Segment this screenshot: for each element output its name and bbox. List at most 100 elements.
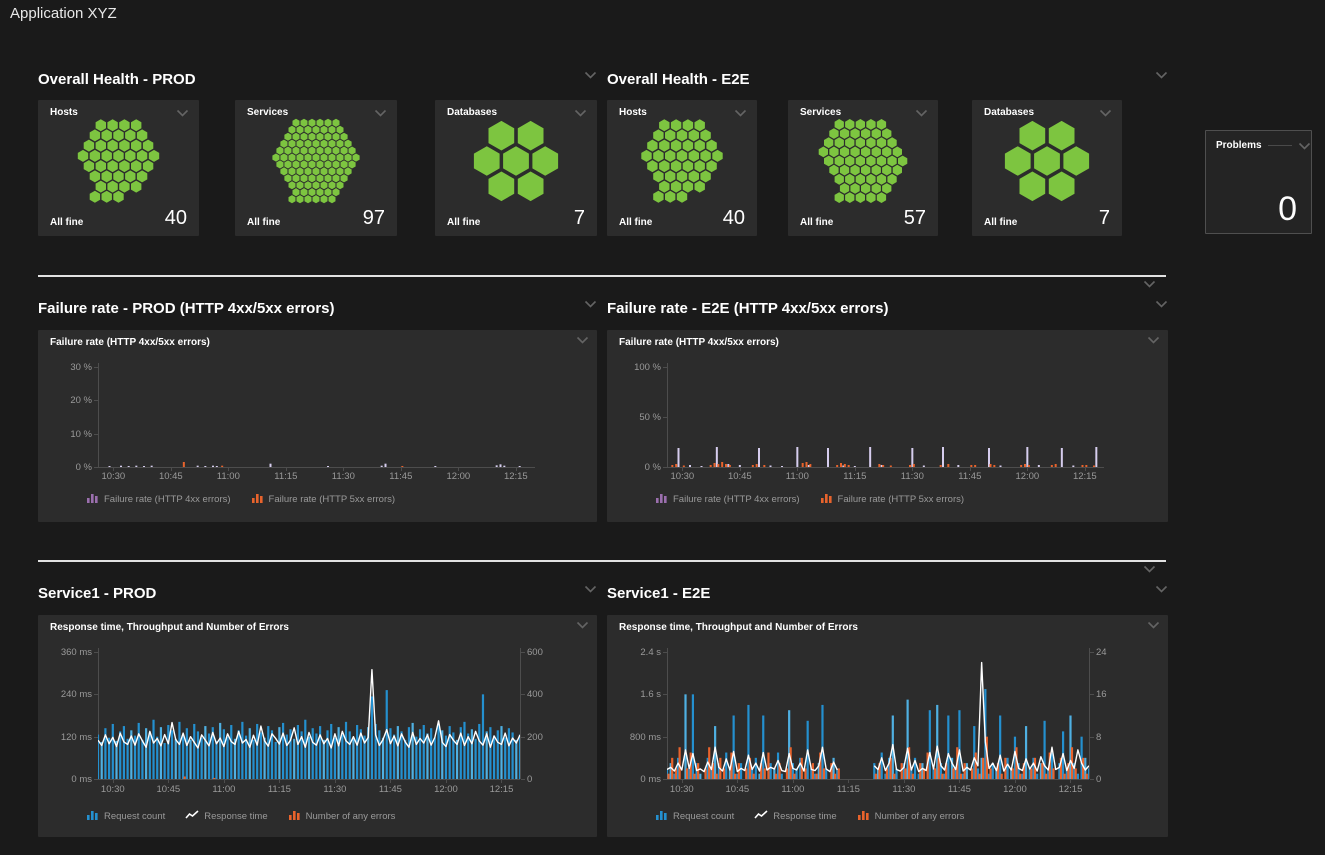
chart-canvas[interactable] xyxy=(667,648,1089,779)
legend-item[interactable]: Number of any errors xyxy=(857,807,965,825)
y-tick-label: 1.6 s xyxy=(611,689,661,700)
chart-panel-service-prod: Response time, Throughput and Number of … xyxy=(38,615,597,837)
bars-icon xyxy=(86,490,104,508)
x-tick-label: 10:45 xyxy=(146,784,190,795)
y-tick-mark xyxy=(94,467,98,468)
y-tick-label: 800 ms xyxy=(611,732,661,743)
x-tick-label: 11:00 xyxy=(775,471,819,482)
tile-title: Hosts xyxy=(619,107,647,118)
legend-item[interactable]: Failure rate (HTTP 4xx errors) xyxy=(86,490,231,508)
legend-item[interactable]: Response time xyxy=(185,807,267,825)
chart-plot[interactable]: 30 %20 %10 %0 %10:3010:4511:0011:1511:30… xyxy=(38,330,597,522)
tile-title: Hosts xyxy=(50,107,78,118)
x-tick-label: 12:15 xyxy=(479,784,523,795)
y-tick-label: 120 ms xyxy=(42,732,92,743)
health-tile-hosts-prod[interactable]: Hosts All fine40 xyxy=(38,100,199,236)
legend-label: Failure rate (HTTP 4xx errors) xyxy=(104,494,231,505)
chevron-down-icon[interactable] xyxy=(1155,585,1168,593)
x-tick-label: 12:00 xyxy=(1005,471,1049,482)
x-tick-mark xyxy=(168,780,169,783)
y-tick-label: 360 ms xyxy=(42,647,92,658)
legend-item[interactable]: Failure rate (HTTP 5xx errors) xyxy=(820,490,965,508)
x-tick-label: 11:45 xyxy=(379,471,423,482)
chart-panel-failure-e2e: Failure rate (HTTP 4xx/5xx errors) 100 %… xyxy=(607,330,1168,522)
chevron-down-icon[interactable] xyxy=(1143,565,1156,573)
chevron-down-icon[interactable] xyxy=(584,585,597,593)
chevron-down-icon[interactable] xyxy=(374,109,387,117)
legend-item[interactable]: Request count xyxy=(655,807,734,825)
problems-tile[interactable]: Problems 0 xyxy=(1205,130,1312,234)
y-tick-mark xyxy=(521,694,525,695)
x-tick-mark xyxy=(793,780,794,783)
x-tick-label: 12:00 xyxy=(424,784,468,795)
legend-label: Failure rate (HTTP 5xx errors) xyxy=(269,494,396,505)
x-tick-mark xyxy=(1070,780,1071,783)
chart-plot[interactable]: 360 ms240 ms120 ms0 ms600400200010:3010:… xyxy=(38,615,597,837)
legend-item[interactable]: Failure rate (HTTP 5xx errors) xyxy=(251,490,396,508)
y-tick-label-right: 16 xyxy=(1096,689,1146,700)
chevron-down-icon[interactable] xyxy=(1298,142,1311,150)
chevron-down-icon[interactable] xyxy=(584,300,597,308)
x-tick-label: 11:00 xyxy=(202,784,246,795)
legend-item[interactable]: Response time xyxy=(754,807,836,825)
hexagon-grid xyxy=(440,118,592,204)
section-title: Overall Health - PROD xyxy=(38,71,196,88)
health-tile-databases-prod[interactable]: Databases All fine7 xyxy=(435,100,597,236)
chevron-down-icon[interactable] xyxy=(734,109,747,117)
chart-plot[interactable]: 100 %50 %0 %10:3010:4511:0011:1511:3011:… xyxy=(607,330,1168,522)
section-title: Failure rate - PROD (HTTP 4xx/5xx errors… xyxy=(38,300,335,317)
tile-count: 97 xyxy=(363,208,385,228)
health-tile-services-e2e[interactable]: Services All fine57 xyxy=(788,100,938,236)
hexagon-grid xyxy=(612,118,752,204)
y-tick-label-right: 0 xyxy=(527,774,577,785)
chart-canvas[interactable] xyxy=(98,648,520,779)
legend-label: Response time xyxy=(773,811,836,822)
health-tile-databases-e2e[interactable]: Databases All fine7 xyxy=(972,100,1122,236)
chart-plot[interactable]: 2.4 s1.6 s800 ms0 ms24168010:3010:4511:0… xyxy=(607,615,1168,837)
chevron-down-icon[interactable] xyxy=(1155,300,1168,308)
hexagon-grid xyxy=(240,118,392,204)
hexagon-grid xyxy=(43,118,194,204)
x-tick-mark xyxy=(959,780,960,783)
x-tick-mark xyxy=(279,780,280,783)
tile-title: Services xyxy=(800,107,841,118)
legend-label: Response time xyxy=(204,811,267,822)
chart-canvas[interactable] xyxy=(98,363,535,467)
chevron-down-icon[interactable] xyxy=(1143,280,1156,288)
tile-title: Databases xyxy=(984,107,1034,118)
section-heading-health-e2e: Overall Health - E2E xyxy=(607,71,1168,91)
y-tick-label-right: 0 xyxy=(1096,774,1146,785)
chevron-down-icon[interactable] xyxy=(1155,71,1168,79)
legend-item[interactable]: Number of any errors xyxy=(288,807,396,825)
hexagon-grid xyxy=(793,118,933,204)
y-tick-label: 100 % xyxy=(611,362,661,373)
legend-label: Request count xyxy=(673,811,734,822)
tile-count: 7 xyxy=(574,208,585,228)
health-tile-hosts-e2e[interactable]: Hosts All fine40 xyxy=(607,100,757,236)
problems-count: 0 xyxy=(1278,190,1297,229)
section-heading-service-e2e: Service1 - E2E xyxy=(607,585,1168,605)
chevron-down-icon[interactable] xyxy=(915,109,928,117)
y-tick-mark xyxy=(1090,652,1094,653)
x-tick-mark xyxy=(682,780,683,783)
chevron-down-icon[interactable] xyxy=(1099,109,1112,117)
x-tick-label: 10:45 xyxy=(718,471,762,482)
tile-status: All fine xyxy=(800,217,833,228)
y-tick-label: 0 % xyxy=(611,462,661,473)
legend-item[interactable]: Failure rate (HTTP 4xx errors) xyxy=(655,490,800,508)
legend-label: Number of any errors xyxy=(875,811,965,822)
tile-status: All fine xyxy=(984,217,1017,228)
x-tick-label: 12:15 xyxy=(1048,784,1092,795)
chevron-down-icon[interactable] xyxy=(574,109,587,117)
health-tile-services-prod[interactable]: Services All fine97 xyxy=(235,100,397,236)
y-tick-label: 0 ms xyxy=(611,774,661,785)
x-tick-label: 11:30 xyxy=(321,471,365,482)
legend-item[interactable]: Request count xyxy=(86,807,165,825)
y-tick-label: 0 ms xyxy=(42,774,92,785)
legend-label: Failure rate (HTTP 5xx errors) xyxy=(838,494,965,505)
chevron-down-icon[interactable] xyxy=(176,109,189,117)
y-tick-label-right: 8 xyxy=(1096,732,1146,743)
chevron-down-icon[interactable] xyxy=(584,71,597,79)
chart-canvas[interactable] xyxy=(667,363,1104,467)
tile-status: All fine xyxy=(447,217,480,228)
